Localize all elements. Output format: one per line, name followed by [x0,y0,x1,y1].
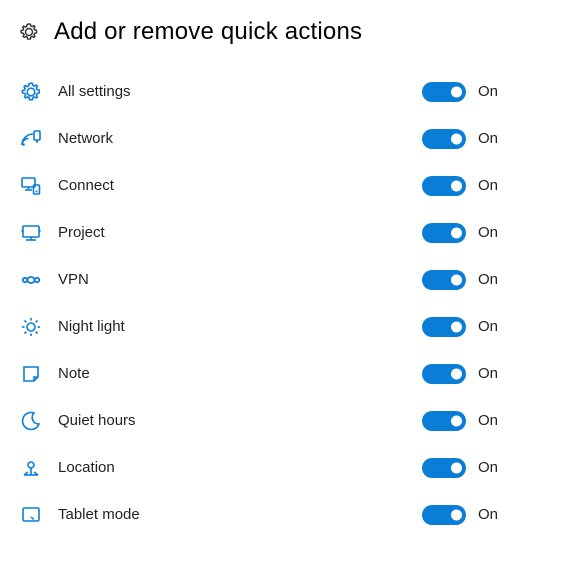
row-label: Night light [58,318,422,335]
row-label: Quiet hours [58,412,422,429]
toggle-state-label: On [478,83,498,100]
quick-actions-list: All settings On Network On Connect On Pr… [18,68,552,538]
night-light-icon [18,314,44,340]
row-project: Project On [18,209,552,256]
page-header: Add or remove quick actions [18,18,552,46]
project-icon [18,220,44,246]
toggle-connect[interactable] [422,176,466,196]
row-label: Note [58,365,422,382]
toggle-state-label: On [478,412,498,429]
row-label: Connect [58,177,422,194]
row-location: Location On [18,444,552,491]
toggle-quiet-hours[interactable] [422,411,466,431]
toggle-state-label: On [478,130,498,147]
quiet-hours-icon [18,408,44,434]
toggle-all-settings[interactable] [422,82,466,102]
toggle-state-label: On [478,459,498,476]
row-all-settings: All settings On [18,68,552,115]
row-label: Network [58,130,422,147]
connect-icon [18,173,44,199]
note-icon [18,361,44,387]
gear-outline-icon [18,79,44,105]
toggle-tablet-mode[interactable] [422,505,466,525]
gear-icon [18,21,40,43]
row-connect: Connect On [18,162,552,209]
toggle-network[interactable] [422,129,466,149]
toggle-project[interactable] [422,223,466,243]
toggle-state-label: On [478,506,498,523]
row-quiet-hours: Quiet hours On [18,397,552,444]
tablet-mode-icon [18,502,44,528]
toggle-state-label: On [478,224,498,241]
toggle-location[interactable] [422,458,466,478]
location-icon [18,455,44,481]
toggle-state-label: On [478,271,498,288]
row-note: Note On [18,350,552,397]
toggle-vpn[interactable] [422,270,466,290]
row-tablet-mode: Tablet mode On [18,491,552,538]
row-label: Project [58,224,422,241]
toggle-state-label: On [478,177,498,194]
row-label: All settings [58,83,422,100]
network-icon [18,126,44,152]
vpn-icon [18,267,44,293]
toggle-night-light[interactable] [422,317,466,337]
row-label: Tablet mode [58,506,422,523]
toggle-state-label: On [478,365,498,382]
toggle-note[interactable] [422,364,466,384]
row-label: VPN [58,271,422,288]
row-night-light: Night light On [18,303,552,350]
row-vpn: VPN On [18,256,552,303]
page-title: Add or remove quick actions [54,18,362,46]
toggle-state-label: On [478,318,498,335]
row-network: Network On [18,115,552,162]
row-label: Location [58,459,422,476]
